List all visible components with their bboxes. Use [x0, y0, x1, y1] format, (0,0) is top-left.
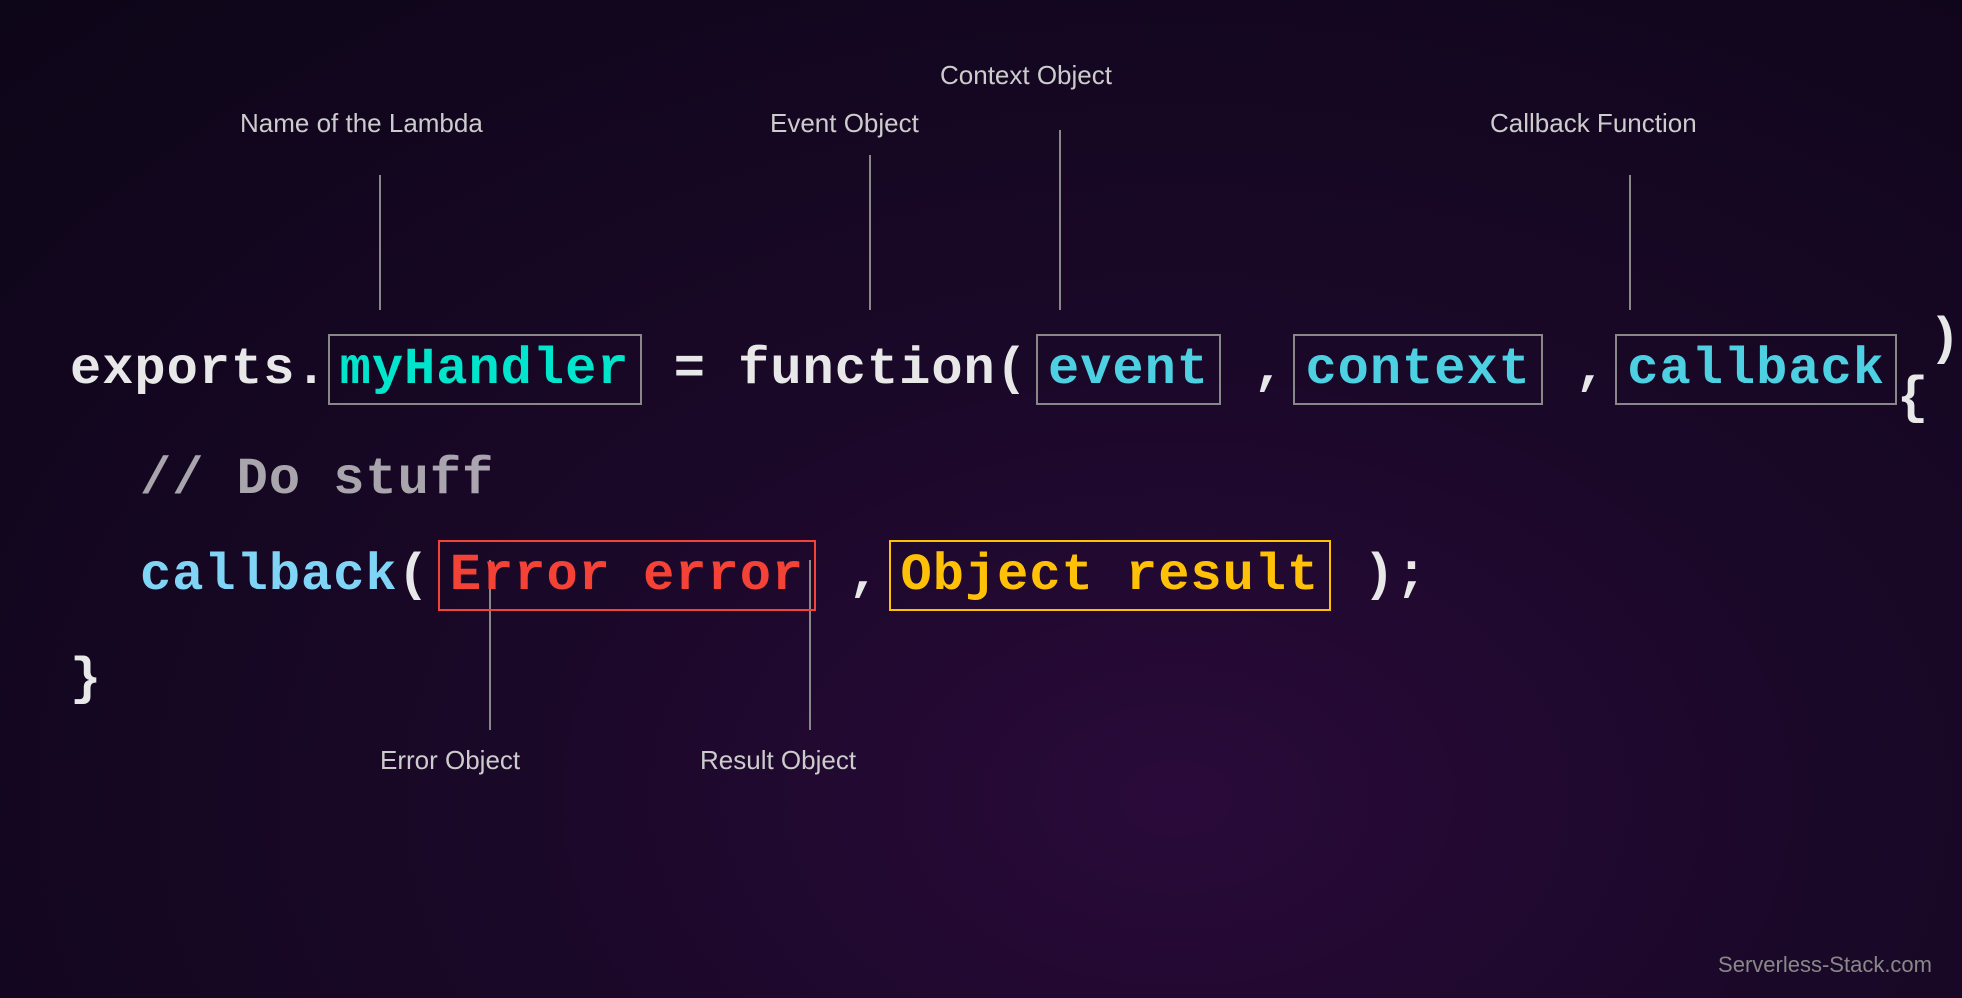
comma2: ,: [1543, 340, 1607, 399]
open-paren2: (: [398, 546, 430, 605]
function-keyword: function: [738, 340, 996, 399]
result-object-label: Result Object: [700, 745, 856, 776]
error-error-param: Error error: [438, 540, 816, 611]
comma3: ,: [816, 546, 880, 605]
open-paren: (: [996, 340, 1028, 399]
object-result-param: Object result: [889, 540, 1332, 611]
close-paren-brace: ) {: [1897, 310, 1962, 428]
callback-param: callback: [1615, 334, 1897, 405]
comma1: ,: [1221, 340, 1285, 399]
handler-name: myHandler: [328, 334, 642, 405]
close-brace: }: [70, 650, 102, 709]
exports-prefix: exports.: [70, 340, 328, 399]
callback2-keyword: callback: [140, 546, 398, 605]
context-object-label: Context Object: [940, 60, 1112, 91]
error-object-label: Error Object: [380, 745, 520, 776]
context-param: context: [1293, 334, 1542, 405]
event-object-label: Event Object: [770, 108, 919, 139]
equals-sign: =: [642, 340, 739, 399]
lambda-name-label: Name of the Lambda: [240, 108, 483, 139]
comment-text: // Do stuff: [140, 450, 494, 509]
close-paren2: );: [1331, 546, 1428, 605]
watermark: Serverless-Stack.com: [1718, 952, 1932, 978]
callback-function-label: Callback Function: [1490, 108, 1697, 139]
event-param: event: [1036, 334, 1221, 405]
